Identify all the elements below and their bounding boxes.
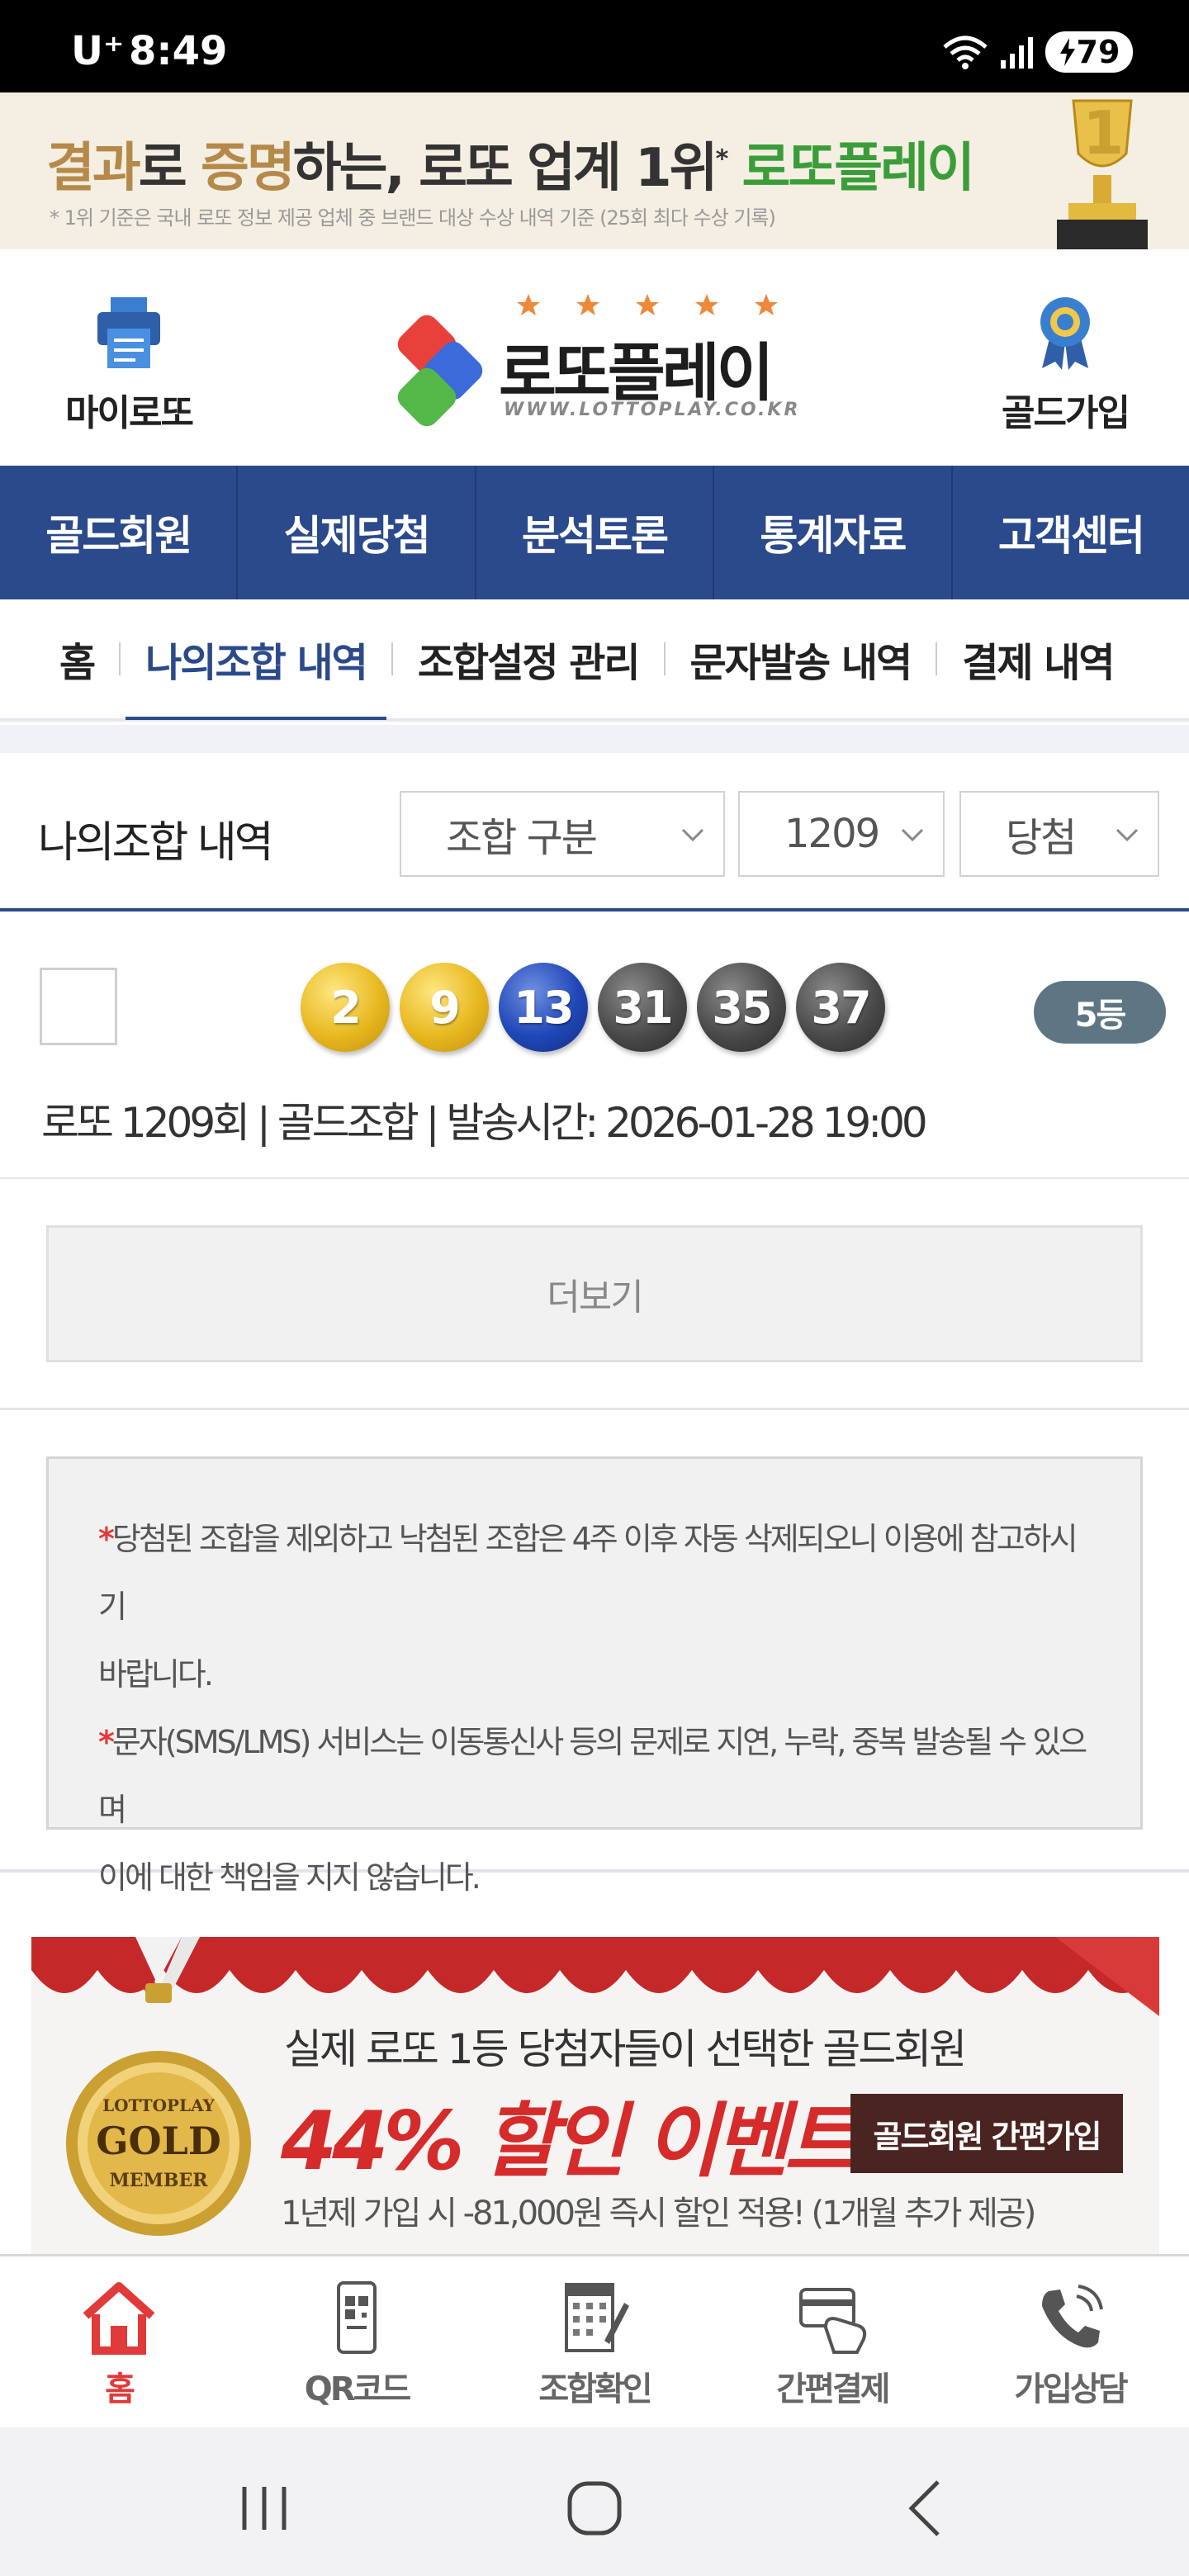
qr-phone-icon bbox=[337, 2281, 377, 2354]
medal-graphic bbox=[66, 1937, 251, 2236]
nav-real-winners[interactable]: 실제당첨 bbox=[238, 466, 476, 599]
lotto-ball: 9 bbox=[400, 963, 489, 1052]
more-section: 더보기 bbox=[0, 1179, 1189, 1410]
section-gap bbox=[0, 725, 1189, 753]
site-logo[interactable]: 로또플레이 WWW.LOTTOPLAY.CO.KR bbox=[396, 287, 798, 428]
chevron-down-icon bbox=[1116, 828, 1139, 842]
result-value: 당첨 bbox=[1006, 815, 1077, 861]
signal-icon bbox=[1001, 37, 1033, 69]
gold-quick-join-button[interactable]: 골드회원 간편가입 bbox=[850, 2094, 1123, 2173]
card-payment-icon bbox=[799, 2288, 867, 2354]
notice-line: 이에 대한 책임을 지지 않습니다. bbox=[98, 1859, 481, 1896]
tab-label: 조합확인 bbox=[538, 2370, 652, 2408]
notice-line: *문자(SMS/LMS) 서비스는 이동통신사 등의 문제로 지연, 누락, 중… bbox=[98, 1724, 1087, 1828]
rank-badge: 5등 bbox=[1034, 981, 1166, 1044]
result-item: 2 9 13 31 35 37 5등 로또 1209회 | 골드조합 | 발송시… bbox=[0, 915, 1189, 1179]
promo-headline: 실제 로또 1등 당첨자들이 선택한 골드회원 bbox=[284, 2025, 967, 2073]
subtab-payment-history[interactable]: 결제 내역 bbox=[937, 598, 1138, 720]
notice-line: 바랍니다. bbox=[98, 1656, 214, 1693]
subtab-my-combinations[interactable]: 나의조합 내역 bbox=[121, 598, 391, 720]
tab-home[interactable]: 홈 bbox=[0, 2256, 238, 2427]
back-icon[interactable] bbox=[895, 2475, 961, 2541]
recent-apps-icon[interactable] bbox=[231, 2475, 297, 2541]
tab-label: QR코드 bbox=[304, 2370, 411, 2408]
banner-footnote: * 1위 기준은 국내 로또 정보 제공 업체 중 브랜드 대상 수상 내역 기… bbox=[50, 206, 776, 230]
round-select[interactable]: 1209 bbox=[738, 791, 945, 877]
wifi-icon bbox=[943, 36, 988, 69]
main-nav: 골드회원 실제당첨 분석토론 통계자료 고객센터 bbox=[0, 466, 1189, 599]
round-value: 1209 bbox=[784, 811, 880, 857]
combination-type-select[interactable]: 조합 구분 bbox=[400, 791, 725, 877]
svg-text:1: 1 bbox=[1082, 98, 1122, 168]
chevron-down-icon bbox=[901, 828, 924, 842]
tab-simple-payment[interactable]: 간편결제 bbox=[713, 2256, 951, 2427]
site-header: 마이로또 로또플레이 WWW.LOTTOPLAY.CO.KR 골드가입 bbox=[0, 249, 1189, 466]
bottom-tab-bar: 홈 QR코드 조합확인 간편결제 가입상담 bbox=[0, 2254, 1189, 2427]
status-icons: 79 bbox=[941, 31, 1133, 73]
result-select[interactable]: 당첨 bbox=[959, 791, 1159, 877]
promo-discount: 44% 할인 이벤트! bbox=[281, 2095, 890, 2189]
charging-icon bbox=[1059, 38, 1075, 66]
system-nav-bar bbox=[0, 2427, 1189, 2576]
more-button[interactable]: 더보기 bbox=[46, 1225, 1143, 1362]
my-lotto-label: 마이로또 bbox=[65, 392, 194, 434]
notice-line: *당첨된 조합을 제외하고 낙첨된 조합은 4주 이후 자동 삭제되오니 이용에… bbox=[98, 1521, 1078, 1625]
lotto-numbers: 2 9 13 31 35 37 bbox=[301, 963, 885, 1052]
medal-gold: GOLD bbox=[96, 2119, 221, 2163]
nav-analysis-forum[interactable]: 분석토론 bbox=[476, 466, 715, 599]
medal-brand: LOTTOPLAY bbox=[102, 2095, 215, 2115]
lotto-ball: 2 bbox=[301, 963, 390, 1052]
section-title: 나의조합 내역 bbox=[38, 818, 274, 868]
tab-qr-code[interactable]: QR코드 bbox=[238, 2256, 476, 2427]
combination-type-value: 조합 구분 bbox=[446, 815, 598, 861]
top-ad-banner[interactable]: 결과로 증명하는, 로또 업계 1위* 로또플레이 * 1위 기준은 국내 로또… bbox=[0, 92, 1189, 249]
chevron-down-icon bbox=[681, 828, 704, 842]
subtab-combination-settings[interactable]: 조합설정 관리 bbox=[393, 598, 664, 720]
home-circle-icon[interactable] bbox=[561, 2475, 628, 2541]
lotto-slip-icon bbox=[565, 2283, 629, 2352]
result-info: 로또 1209회 | 골드조합 | 발송시간: 2026-01-28 19:00 bbox=[41, 1099, 928, 1147]
carrier-label: U⁺ bbox=[71, 28, 125, 74]
notice-box: *당첨된 조합을 제외하고 낙첨된 조합은 4주 이후 자동 삭제되오니 이용에… bbox=[46, 1456, 1143, 1896]
subtab-home[interactable]: 홈 bbox=[54, 598, 119, 720]
home-icon bbox=[83, 2282, 155, 2355]
medal-member: MEMBER bbox=[109, 2170, 208, 2191]
gold-join-label: 골드가입 bbox=[1002, 392, 1130, 434]
status-bar: U⁺ 8:49 79 bbox=[0, 0, 1189, 92]
tab-combination-check[interactable]: 조합확인 bbox=[476, 2256, 713, 2427]
tab-label: 가입상담 bbox=[1014, 2370, 1128, 2408]
battery-indicator: 79 bbox=[1045, 31, 1133, 73]
filter-row: 나의조합 내역 조합 구분 1209 당첨 bbox=[0, 753, 1189, 912]
tab-label: 홈 bbox=[105, 2370, 135, 2408]
gold-medal-icon: LOTTOPLAY GOLD MEMBER bbox=[59, 1937, 258, 2251]
battery-level: 79 bbox=[1076, 34, 1120, 70]
banner-title: 결과로 증명하는, 로또 업계 1위* 로또플레이 bbox=[46, 138, 975, 199]
promo-detail: 1년제 가입 시 -81,000원 즉시 할인 적용! (1개월 추가 제공) bbox=[281, 2195, 1036, 2233]
nav-customer-center[interactable]: 고객센터 bbox=[953, 466, 1189, 599]
clock: 8:49 bbox=[129, 28, 228, 74]
trophy-icon: 1 bbox=[1057, 98, 1148, 249]
lotto-ball: 37 bbox=[796, 963, 885, 1052]
select-checkbox[interactable] bbox=[40, 968, 117, 1045]
gold-discount-banner[interactable]: 실제 로또 1등 당첨자들이 선택한 골드회원 44% 할인 이벤트! 골드회원… bbox=[31, 1937, 1159, 2254]
printer-document-icon bbox=[97, 297, 160, 368]
sub-tabs: 홈 나의조합 내역 조합설정 관리 문자발송 내역 결제 내역 bbox=[0, 599, 1189, 722]
nav-gold-member[interactable]: 골드회원 bbox=[0, 466, 239, 599]
lotto-ball: 13 bbox=[499, 963, 588, 1052]
tab-join-consult[interactable]: 가입상담 bbox=[951, 2256, 1189, 2427]
notice-section: *당첨된 조합을 제외하고 낙첨된 조합은 4주 이후 자동 삭제되오니 이용에… bbox=[0, 1410, 1189, 1896]
lotto-ball: 35 bbox=[697, 963, 786, 1052]
logo-url: WWW.LOTTOPLAY.CO.KR bbox=[504, 400, 801, 420]
phone-call-icon bbox=[1042, 2285, 1103, 2348]
nav-statistics[interactable]: 통계자료 bbox=[714, 466, 953, 599]
my-lotto-button[interactable]: 마이로또 bbox=[46, 292, 211, 436]
medal-badge-icon bbox=[1040, 297, 1090, 370]
tab-label: 간편결제 bbox=[776, 2370, 890, 2408]
lotto-ball: 31 bbox=[598, 963, 687, 1052]
subtab-sms-history[interactable]: 문자발송 내역 bbox=[666, 598, 936, 720]
gold-join-button[interactable]: 골드가입 bbox=[983, 292, 1148, 436]
